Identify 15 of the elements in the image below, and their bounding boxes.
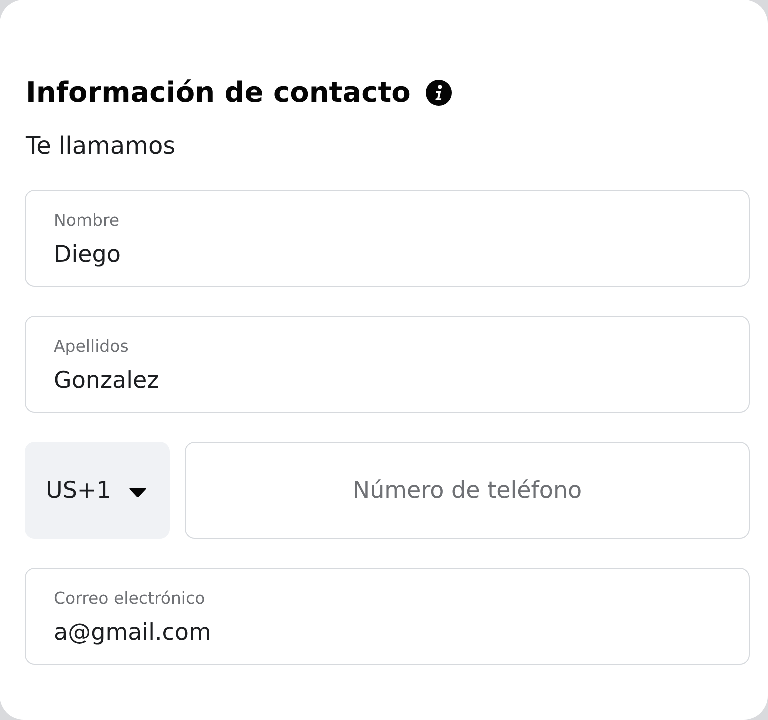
field-value: Gonzalez <box>54 367 160 396</box>
caret-down-icon <box>129 488 148 498</box>
section-title: Información de contacto <box>26 75 411 111</box>
field-value: a@gmail.com <box>54 619 212 648</box>
field-value: Diego <box>54 241 121 270</box>
phone-number-field[interactable]: Número de teléfono <box>185 442 750 539</box>
country-code-dropdown[interactable]: US+1 <box>25 442 170 539</box>
info-icon[interactable] <box>426 80 452 106</box>
text-field[interactable]: Nombre Diego <box>25 190 750 287</box>
text-field[interactable]: Correo electrónico a@gmail.com <box>25 568 750 665</box>
field-label: Nombre <box>54 210 120 232</box>
section-subtitle: Te llamamos <box>26 131 176 161</box>
field-label: Correo electrónico <box>54 588 206 610</box>
text-field[interactable]: Apellidos Gonzalez <box>25 316 750 413</box>
field-label: Apellidos <box>54 336 129 358</box>
